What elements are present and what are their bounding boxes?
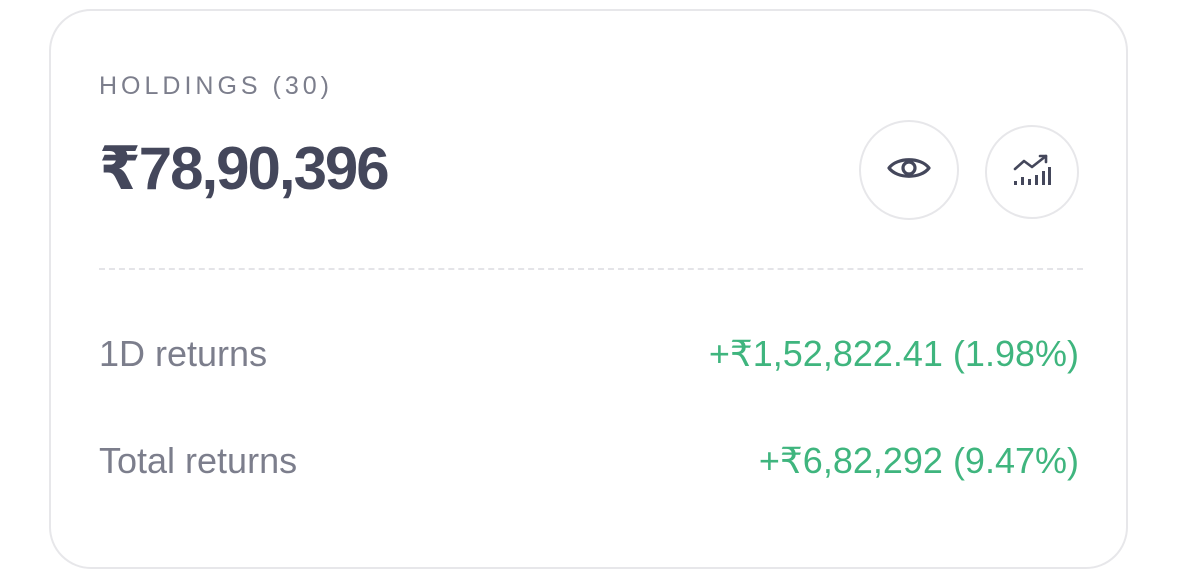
one-day-returns-label: 1D returns xyxy=(99,333,268,374)
holdings-total-value: ₹78,90,396 xyxy=(99,135,390,202)
toggle-visibility-button[interactable] xyxy=(859,120,959,220)
section-divider xyxy=(99,268,1083,270)
total-returns-value: +₹6,82,292 (9.47%) xyxy=(758,440,1079,481)
one-day-returns-value: +₹1,52,822.41 (1.98%) xyxy=(708,333,1079,374)
eye-icon xyxy=(887,154,931,187)
analytics-button[interactable] xyxy=(985,125,1079,219)
total-returns-label: Total returns xyxy=(99,440,298,481)
holdings-title: HOLDINGS (30) xyxy=(99,72,333,100)
bar-chart-trend-icon xyxy=(1012,153,1052,192)
